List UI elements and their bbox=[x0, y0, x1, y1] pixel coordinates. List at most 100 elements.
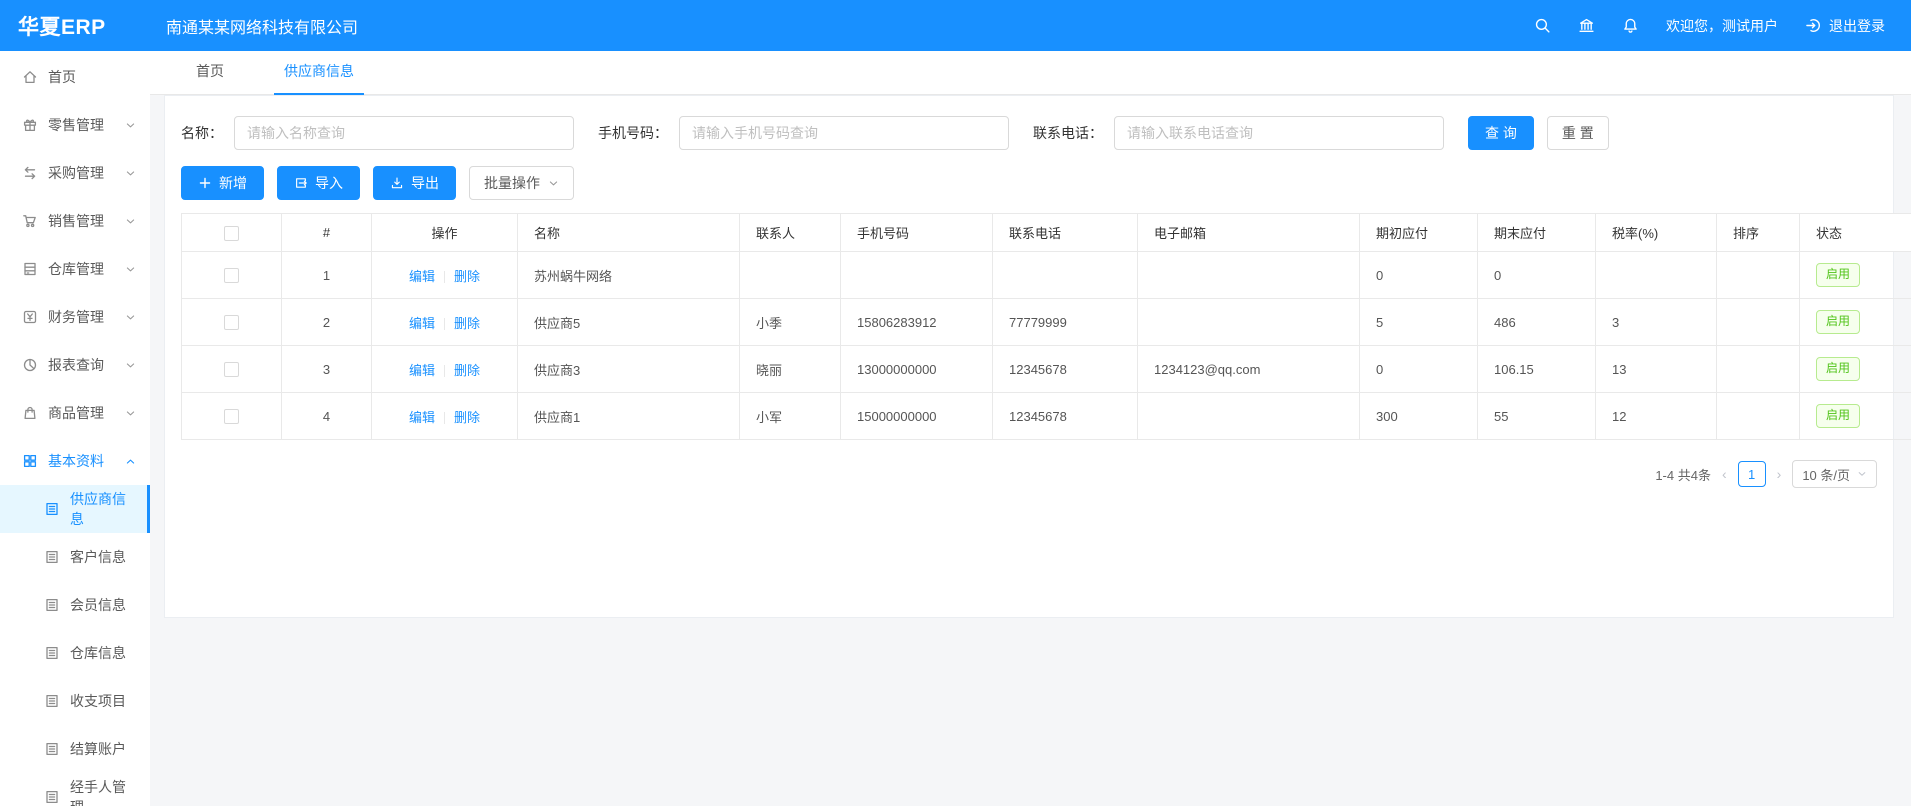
tax-rate-cell bbox=[1596, 252, 1717, 299]
action-divider bbox=[444, 318, 445, 330]
search-icon[interactable] bbox=[1534, 17, 1551, 34]
select-all-checkbox[interactable] bbox=[224, 226, 239, 241]
chevron-down-icon bbox=[125, 120, 136, 131]
sidebar-item-label: 供应商信息 bbox=[70, 489, 136, 529]
doc-icon bbox=[44, 549, 60, 565]
column-header: 联系电话 bbox=[993, 214, 1138, 252]
sidebar-item-仓库管理[interactable]: 仓库管理 bbox=[0, 245, 150, 293]
chevron-down-icon bbox=[548, 178, 559, 189]
home-icon bbox=[22, 69, 38, 85]
add-label: 新增 bbox=[219, 173, 247, 193]
platform-icon[interactable] bbox=[1578, 17, 1595, 34]
contact-person-cell: 小军 bbox=[740, 393, 841, 440]
sidebar-item-label: 基本资料 bbox=[48, 451, 104, 471]
filter-input-2[interactable] bbox=[1114, 116, 1444, 150]
sort-order-cell bbox=[1717, 393, 1800, 440]
row-checkbox[interactable] bbox=[224, 362, 239, 377]
mobile-number-cell: 15806283912 bbox=[841, 299, 993, 346]
select-all-header-cell bbox=[182, 214, 282, 252]
current-page[interactable]: 1 bbox=[1738, 461, 1766, 487]
sidebar-item-收支项目[interactable]: 收支项目 bbox=[0, 677, 150, 725]
content-card: 名称：手机号码：联系电话： 查 询 重 置 新增 导入 导出 批量 bbox=[164, 95, 1894, 618]
row-checkbox[interactable] bbox=[224, 409, 239, 424]
column-header: 操作 bbox=[372, 214, 518, 252]
welcome-text: 欢迎您，测试用户 bbox=[1666, 16, 1778, 36]
sidebar-item-仓库信息[interactable]: 仓库信息 bbox=[0, 629, 150, 677]
cart-icon bbox=[22, 213, 38, 229]
import-button[interactable]: 导入 bbox=[277, 166, 360, 200]
row-select-cell bbox=[182, 299, 282, 346]
pagination: 1-4 共4条 ‹ 1 › 10 条/页 bbox=[181, 460, 1877, 488]
chevron-down-icon bbox=[1857, 469, 1867, 479]
begin-payable-cell: 5 bbox=[1360, 299, 1478, 346]
column-header: 联系人 bbox=[740, 214, 841, 252]
sidebar-item-首页[interactable]: 首页 bbox=[0, 53, 150, 101]
status-badge[interactable]: 启用 bbox=[1816, 357, 1860, 381]
doc-icon bbox=[44, 597, 60, 613]
logout-label: 退出登录 bbox=[1829, 16, 1885, 36]
row-select-cell bbox=[182, 346, 282, 393]
sidebar-item-结算账户[interactable]: 结算账户 bbox=[0, 725, 150, 773]
filter-input-0[interactable] bbox=[234, 116, 574, 150]
delete-link[interactable]: 删除 bbox=[454, 363, 480, 378]
delete-link[interactable]: 删除 bbox=[454, 269, 480, 284]
filter-row: 名称：手机号码：联系电话： 查 询 重 置 bbox=[181, 116, 1877, 150]
tab-供应商信息[interactable]: 供应商信息 bbox=[274, 61, 364, 94]
status-badge[interactable]: 启用 bbox=[1816, 404, 1860, 428]
sidebar-item-基本资料[interactable]: 基本资料 bbox=[0, 437, 150, 485]
edit-link[interactable]: 编辑 bbox=[409, 269, 435, 284]
search-button[interactable]: 查 询 bbox=[1468, 116, 1534, 150]
sidebar-item-客户信息[interactable]: 客户信息 bbox=[0, 533, 150, 581]
sidebar-item-label: 销售管理 bbox=[48, 211, 104, 231]
export-button[interactable]: 导出 bbox=[373, 166, 456, 200]
column-header: 排序 bbox=[1717, 214, 1800, 252]
sidebar-item-报表查询[interactable]: 报表查询 bbox=[0, 341, 150, 389]
main-area: 首页 供应商信息 名称：手机号码：联系电话： 查 询 重 置 新增 导入 导出 bbox=[150, 51, 1911, 806]
status-badge[interactable]: 启用 bbox=[1816, 310, 1860, 334]
edit-link[interactable]: 编辑 bbox=[409, 363, 435, 378]
prev-page-button[interactable]: ‹ bbox=[1722, 466, 1727, 482]
sidebar-item-财务管理[interactable]: 财务管理 bbox=[0, 293, 150, 341]
sidebar-item-销售管理[interactable]: 销售管理 bbox=[0, 197, 150, 245]
table-header-row: #操作名称联系人手机号码联系电话电子邮箱期初应付期末应付税率(%)排序状态 bbox=[182, 214, 1911, 252]
action-divider bbox=[444, 271, 445, 283]
reset-button[interactable]: 重 置 bbox=[1547, 116, 1609, 150]
sidebar-item-采购管理[interactable]: 采购管理 bbox=[0, 149, 150, 197]
batch-actions-button[interactable]: 批量操作 bbox=[469, 166, 574, 200]
company-name: 南通某某网络科技有限公司 bbox=[166, 14, 358, 38]
plus-icon bbox=[198, 176, 212, 190]
filter-fields: 名称：手机号码：联系电话： bbox=[181, 116, 1468, 150]
edit-link[interactable]: 编辑 bbox=[409, 410, 435, 425]
bell-icon[interactable] bbox=[1622, 17, 1639, 34]
logout-button[interactable]: 退出登录 bbox=[1805, 16, 1885, 36]
next-page-button[interactable]: › bbox=[1777, 466, 1782, 482]
column-header: 期末应付 bbox=[1478, 214, 1596, 252]
money-icon bbox=[22, 309, 38, 325]
table-row: 2编辑删除供应商5小季158062839127777999954863启用 bbox=[182, 299, 1911, 346]
sidebar-item-商品管理[interactable]: 商品管理 bbox=[0, 389, 150, 437]
filter-input-1[interactable] bbox=[679, 116, 1009, 150]
doc-icon bbox=[44, 693, 60, 709]
mobile-number-cell: 13000000000 bbox=[841, 346, 993, 393]
doc-icon bbox=[44, 789, 60, 805]
contact-person-cell bbox=[740, 252, 841, 299]
table-row: 3编辑删除供应商3晓丽13000000000123456781234123@qq… bbox=[182, 346, 1911, 393]
delete-link[interactable]: 删除 bbox=[454, 410, 480, 425]
pagination-total: 1-4 共4条 bbox=[1655, 465, 1711, 484]
sidebar-item-零售管理[interactable]: 零售管理 bbox=[0, 101, 150, 149]
sidebar-item-供应商信息[interactable]: 供应商信息 bbox=[0, 485, 150, 533]
delete-link[interactable]: 删除 bbox=[454, 316, 480, 331]
row-actions: 编辑 删除 bbox=[372, 252, 518, 299]
chevron-down-icon bbox=[125, 312, 136, 323]
sidebar-item-label: 结算账户 bbox=[70, 739, 126, 759]
edit-link[interactable]: 编辑 bbox=[409, 316, 435, 331]
status-badge[interactable]: 启用 bbox=[1816, 263, 1860, 287]
sidebar-item-经手人管理[interactable]: 经手人管理 bbox=[0, 773, 150, 806]
tab-首页[interactable]: 首页 bbox=[186, 61, 234, 94]
row-checkbox[interactable] bbox=[224, 268, 239, 283]
add-button[interactable]: 新增 bbox=[181, 166, 264, 200]
row-checkbox[interactable] bbox=[224, 315, 239, 330]
sidebar-item-会员信息[interactable]: 会员信息 bbox=[0, 581, 150, 629]
page-size-select[interactable]: 10 条/页 bbox=[1792, 460, 1877, 488]
row-actions: 编辑 删除 bbox=[372, 346, 518, 393]
